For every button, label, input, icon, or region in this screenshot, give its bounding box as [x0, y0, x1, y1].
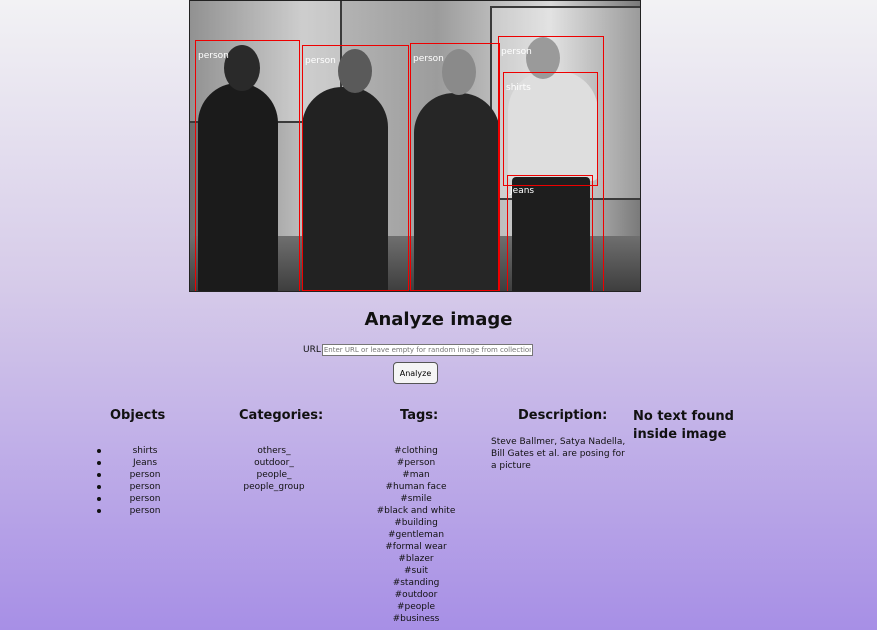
tag-item: #gentleman — [387, 530, 445, 540]
detection-box: Jeans — [507, 175, 593, 291]
object-item: Jeans — [97, 457, 171, 469]
tag-item: #smile — [400, 494, 432, 504]
text-result-heading: No text found inside image — [633, 409, 734, 442]
tags-list: #clothing #person #man #human face #smile #bl… — [366, 445, 466, 625]
tag-item: #black and white — [376, 506, 456, 516]
description-heading: Description: — [518, 408, 608, 423]
page-title: Analyze image — [364, 309, 513, 330]
tag-item: #formal wear — [385, 542, 447, 552]
object-item: person — [97, 481, 171, 493]
tag-item: #standing — [392, 578, 440, 588]
object-item: person — [97, 469, 171, 481]
tag-item: #person — [396, 458, 436, 468]
detection-label: person — [501, 47, 532, 57]
tag-item: #clothing — [394, 446, 438, 456]
categories-heading: Categories: — [239, 408, 324, 423]
tag-item: #blazer — [398, 554, 434, 564]
category-item: people_ — [256, 470, 292, 480]
tag-item: #human face — [385, 482, 447, 492]
tag-item: #suit — [404, 566, 428, 576]
categories-list: others_ outdoor_ people_ people_group — [234, 445, 314, 493]
detection-label: person — [413, 54, 444, 64]
detection-box: person — [302, 45, 409, 291]
tag-item: #business — [392, 614, 440, 624]
category-item: others_ — [257, 446, 291, 456]
url-row: URL — [303, 344, 533, 356]
tags-heading: Tags: — [400, 408, 439, 423]
detection-label: shirts — [506, 83, 531, 93]
objects-heading: Objects — [110, 408, 166, 423]
url-input[interactable] — [321, 344, 533, 356]
tag-item: #people — [396, 602, 436, 612]
object-item: shirts — [97, 445, 171, 457]
description-text: Steve Ballmer, Satya Nadella, Bill Gates… — [491, 437, 626, 471]
category-item: people_group — [243, 482, 305, 492]
tag-item: #outdoor — [394, 590, 438, 600]
analyze-button[interactable]: Analyze — [393, 362, 438, 384]
object-item: person — [97, 493, 171, 505]
objects-list: shirts Jeans person person person person — [97, 445, 171, 517]
detection-box: person — [410, 43, 500, 291]
tag-item: #building — [394, 518, 438, 528]
detection-box: shirts — [503, 72, 598, 186]
url-label: URL — [303, 345, 321, 355]
detection-label: person — [198, 51, 229, 61]
detection-label: person — [305, 56, 336, 66]
detection-box: person — [195, 40, 300, 291]
object-item: person — [97, 505, 171, 517]
tag-item: #man — [402, 470, 430, 480]
detection-label: Jeans — [510, 186, 535, 196]
category-item: outdoor_ — [254, 458, 294, 468]
analyzed-image: person person person person shirts Jeans — [189, 0, 641, 292]
